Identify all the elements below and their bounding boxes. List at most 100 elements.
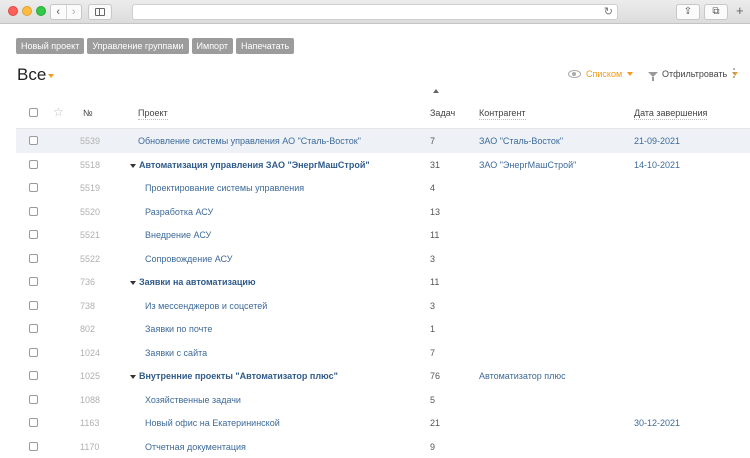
page-title[interactable]: Все xyxy=(17,65,46,85)
row-checkbox[interactable] xyxy=(29,394,38,404)
table-body: 5539 Обновление системы управления АО "Ст… xyxy=(16,129,750,458)
row-checkbox[interactable] xyxy=(29,253,38,263)
project-name-link[interactable]: Разработка АСУ xyxy=(145,207,213,217)
project-number: 738 xyxy=(80,300,96,311)
new-tab-icon[interactable]: + xyxy=(736,4,744,18)
expand-caret-icon[interactable] xyxy=(130,163,136,168)
task-count: 5 xyxy=(430,394,436,405)
client-link[interactable]: ЗАО "ЭнергМашСтрой" xyxy=(479,160,576,170)
table-row[interactable]: 5521 Внедрение АСУ 11 xyxy=(16,223,750,247)
task-count: 7 xyxy=(430,347,436,358)
sidebar-icon xyxy=(95,8,105,16)
project-name-link[interactable]: Внутренние проекты "Автоматизатор плюс" xyxy=(139,371,338,381)
project-name-link[interactable]: Автоматизация управления ЗАО "ЭнергМашСт… xyxy=(139,160,370,170)
filter-button[interactable]: Отфильтровать xyxy=(648,69,739,81)
project-name-link[interactable]: Сопровождение АСУ xyxy=(145,254,232,264)
project-name-link[interactable]: Внедрение АСУ xyxy=(145,230,211,240)
print-button[interactable]: Напечатать xyxy=(236,38,295,54)
row-checkbox[interactable] xyxy=(29,159,38,169)
expand-caret-icon[interactable] xyxy=(130,375,136,379)
view-mode-switch[interactable]: Списком xyxy=(568,69,634,79)
project-name-link[interactable]: Новый офис на Екатерининской xyxy=(145,418,280,428)
due-date: 14-10-2021 xyxy=(634,159,681,170)
project-number: 1024 xyxy=(80,347,101,358)
view-mode-label[interactable]: Списком xyxy=(586,69,622,79)
row-checkbox[interactable] xyxy=(29,136,38,145)
reload-icon[interactable]: ↻ xyxy=(604,5,613,19)
share-icon[interactable]: ⇪ xyxy=(676,4,700,20)
column-tasks[interactable]: Задач xyxy=(430,108,455,118)
tabs-overview-icon[interactable]: ⧉ xyxy=(704,4,728,20)
sort-ascending-icon xyxy=(433,89,439,93)
import-button[interactable]: Импорт xyxy=(191,38,233,54)
filter-icon xyxy=(648,72,658,81)
sidebar-toggle-button[interactable] xyxy=(88,4,112,20)
project-number: 1025 xyxy=(80,371,101,381)
browser-toolbar: ‹ › ↻ ⇪ ⧉ + xyxy=(0,0,750,24)
task-count: 3 xyxy=(430,253,436,264)
table-row[interactable]: 802 Заявки по почте 1 xyxy=(16,317,750,341)
project-name-link[interactable]: Заявки с сайта xyxy=(145,348,207,358)
filter-label: Отфильтровать xyxy=(662,69,728,79)
table-row[interactable]: 738 Из мессенджеров и соцсетей 3 xyxy=(16,294,750,318)
table-row[interactable]: 5522 Сопровождение АСУ 3 xyxy=(16,247,750,271)
table-row[interactable]: 1088 Хозяйственные задачи 5 xyxy=(16,388,750,412)
table-row[interactable]: 5519 Проектирование системы управления 4 xyxy=(16,176,750,200)
task-count: 7 xyxy=(430,136,436,146)
back-icon[interactable]: ‹ xyxy=(51,5,66,19)
close-window-button[interactable] xyxy=(8,6,18,16)
project-name-link[interactable]: Хозяйственные задачи xyxy=(145,395,241,405)
project-number: 736 xyxy=(80,277,96,287)
project-name-link[interactable]: Заявки на автоматизацию xyxy=(139,277,256,287)
table-row[interactable]: 1024 Заявки с сайта 7 xyxy=(16,341,750,365)
client-link[interactable]: ЗАО "Сталь-Восток" xyxy=(479,136,563,146)
projects-table: ☆ № Проект Задач Контрагент Дата заверше… xyxy=(16,97,750,458)
manage-groups-button[interactable]: Управление группами xyxy=(87,38,189,54)
column-client[interactable]: Контрагент xyxy=(479,108,526,120)
title-dropdown-caret-icon[interactable] xyxy=(48,74,54,78)
new-project-button[interactable]: Новый проект xyxy=(16,38,85,54)
table-row[interactable]: 1170 Отчетная документация 9 xyxy=(16,435,750,458)
project-number: 5521 xyxy=(80,230,101,240)
column-number[interactable]: № xyxy=(83,108,93,118)
project-number: 1163 xyxy=(80,418,100,428)
project-name-link[interactable]: Проектирование системы управления xyxy=(145,183,304,193)
row-checkbox[interactable] xyxy=(29,300,38,310)
table-row[interactable]: 5539 Обновление системы управления АО "Ст… xyxy=(16,129,750,153)
zoom-window-button[interactable] xyxy=(36,6,46,16)
client-link[interactable]: Автоматизатор плюс xyxy=(479,371,566,381)
table-row[interactable]: 1163 Новый офис на Екатерининской 21 30-12-… xyxy=(16,411,750,435)
row-checkbox[interactable] xyxy=(29,324,38,333)
chevron-down-icon xyxy=(627,72,634,76)
project-name-link[interactable]: Заявки по почте xyxy=(145,324,212,334)
project-name-link[interactable]: Обновление системы управления АО "Сталь-… xyxy=(138,136,361,146)
expand-caret-icon[interactable] xyxy=(130,281,136,285)
row-checkbox[interactable] xyxy=(29,441,38,451)
table-row[interactable]: 736 Заявки на автоматизацию 11 xyxy=(16,270,750,294)
task-count: 31 xyxy=(430,159,441,170)
task-count: 11 xyxy=(430,230,440,240)
row-checkbox[interactable] xyxy=(29,371,38,380)
column-project[interactable]: Проект xyxy=(138,108,168,120)
table-row[interactable]: 1025 Внутренние проекты "Автоматизатор пл… xyxy=(16,364,750,388)
due-date: 30-12-2021 xyxy=(634,418,681,428)
row-checkbox[interactable] xyxy=(29,230,38,239)
project-name-link[interactable]: Из мессенджеров и соцсетей xyxy=(145,301,267,311)
address-bar[interactable]: ↻ xyxy=(132,4,618,20)
row-checkbox[interactable] xyxy=(29,347,38,357)
project-number: 5539 xyxy=(80,136,101,146)
table-row[interactable]: 5520 Разработка АСУ 13 xyxy=(16,200,750,224)
row-checkbox[interactable] xyxy=(29,206,38,216)
row-checkbox[interactable] xyxy=(29,418,38,427)
select-all-checkbox[interactable] xyxy=(29,108,38,117)
row-checkbox[interactable] xyxy=(29,277,38,286)
column-due-date[interactable]: Дата завершения xyxy=(634,108,708,120)
project-number: 5520 xyxy=(80,206,101,217)
more-options-icon[interactable] xyxy=(733,68,736,80)
table-row[interactable]: 5518 Автоматизация управления ЗАО "ЭнергМ… xyxy=(16,153,750,177)
row-checkbox[interactable] xyxy=(29,183,38,192)
project-name-link[interactable]: Отчетная документация xyxy=(145,442,246,452)
forward-icon[interactable]: › xyxy=(65,5,82,19)
minimize-window-button[interactable] xyxy=(22,6,32,16)
star-icon[interactable]: ☆ xyxy=(53,106,64,118)
